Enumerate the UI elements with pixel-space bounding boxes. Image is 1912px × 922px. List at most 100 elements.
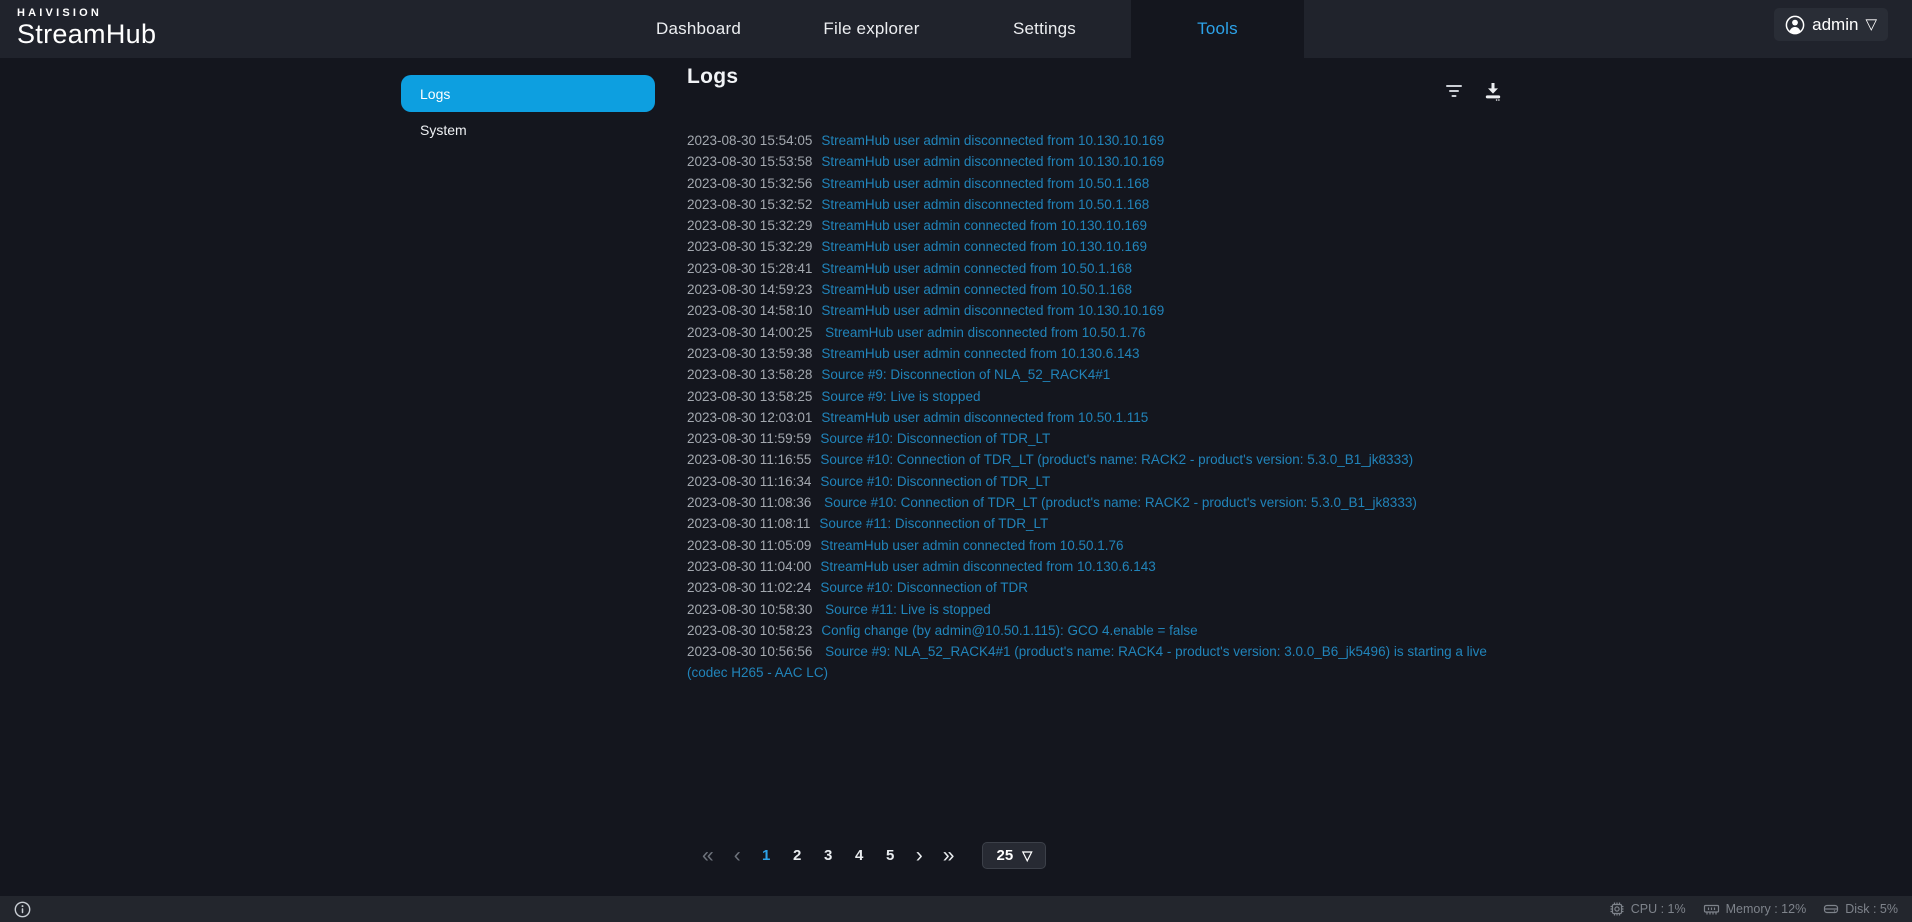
memory-icon: [1703, 902, 1720, 917]
log-timestamp: 2023-08-30 11:02:24: [687, 580, 811, 595]
log-timestamp: 2023-08-30 15:54:05: [687, 133, 812, 148]
cpu-label: CPU : 1%: [1631, 902, 1686, 916]
log-timestamp: 2023-08-30 13:58:28: [687, 367, 812, 382]
log-entry: 2023-08-30 14:00:25 StreamHub user admin…: [687, 322, 1517, 343]
log-entry-wrap: (codec H265 - AAC LC): [687, 662, 1517, 683]
log-entry: 2023-08-30 15:53:58StreamHub user admin …: [687, 151, 1517, 172]
log-timestamp: 2023-08-30 11:59:59: [687, 431, 811, 446]
log-message: StreamHub user admin connected from 10.5…: [821, 282, 1132, 297]
filter-icon[interactable]: [1445, 84, 1463, 99]
tab-dashboard[interactable]: Dashboard: [612, 0, 785, 58]
log-message: Source #10: Disconnection of TDR: [820, 580, 1028, 595]
disk-label: Disk : 5%: [1845, 902, 1898, 916]
pagination-page-3[interactable]: 3: [816, 847, 841, 864]
page-size-value: 25: [997, 847, 1014, 864]
log-entry: 2023-08-30 15:54:05StreamHub user admin …: [687, 130, 1517, 151]
log-message: StreamHub user admin connected from 10.1…: [821, 218, 1147, 233]
log-message: StreamHub user admin connected from 10.1…: [821, 239, 1147, 254]
log-timestamp: 2023-08-30 13:58:25: [687, 389, 812, 404]
log-timestamp: 2023-08-30 14:58:10: [687, 303, 812, 318]
pagination-next-icon[interactable]: ›: [916, 845, 923, 866]
log-message: StreamHub user admin disconnected from 1…: [820, 559, 1155, 574]
log-timestamp: 2023-08-30 10:56:56: [687, 644, 812, 659]
log-entry: 2023-08-30 10:56:56 Source #9: NLA_52_RA…: [687, 641, 1517, 662]
log-timestamp: 2023-08-30 15:32:29: [687, 239, 812, 254]
log-timestamp: 2023-08-30 12:03:01: [687, 410, 812, 425]
log-message: StreamHub user admin disconnected from 1…: [821, 303, 1164, 318]
user-icon: [1785, 15, 1805, 35]
log-message: StreamHub user admin connected from 10.5…: [820, 538, 1123, 553]
log-entry: 2023-08-30 10:58:23 Config change (by adm…: [687, 620, 1517, 641]
download-icon[interactable]: [1483, 82, 1503, 101]
log-message: Source #10: Disconnection of TDR_LT: [820, 474, 1050, 489]
log-timestamp: 2023-08-30 14:00:25: [687, 325, 812, 340]
pagination-page-2[interactable]: 2: [785, 847, 810, 864]
memory-stat: Memory : 12%: [1703, 902, 1807, 917]
pagination-first-icon[interactable]: «: [702, 845, 714, 866]
log-message: Source #9: Disconnection of NLA_52_RACK4…: [821, 367, 1110, 382]
cpu-icon: [1609, 901, 1625, 917]
log-message: StreamHub user admin disconnected from 1…: [821, 197, 1149, 212]
log-entry: 2023-08-30 10:58:30 Source #11: Live is …: [687, 599, 1517, 620]
log-entry: 2023-08-30 13:58:25 Source #9: Live is st…: [687, 386, 1517, 407]
pagination-pages: 12345: [751, 847, 906, 864]
brand-product-label: StreamHub: [17, 19, 156, 50]
log-entry: 2023-08-30 11:59:59 Source #10: Disconnec…: [687, 428, 1517, 449]
log-timestamp: 2023-08-30 15:32:52: [687, 197, 812, 212]
log-list: 2023-08-30 15:54:05 StreamHub user admin …: [687, 130, 1517, 684]
log-entry: 2023-08-30 15:32:56StreamHub user admin …: [687, 173, 1517, 194]
log-timestamp: 2023-08-30 11:08:11: [687, 516, 810, 531]
log-message: Config change (by admin@10.50.1.115): GC…: [821, 623, 1197, 638]
pagination-prev-icon[interactable]: ‹: [734, 845, 741, 866]
page-size-dropdown[interactable]: 25 ▽: [982, 842, 1046, 869]
log-message: StreamHub user admin connected from 10.1…: [821, 346, 1139, 361]
log-message: (codec H265 - AAC LC): [687, 665, 828, 680]
disk-stat: Disk : 5%: [1823, 902, 1898, 916]
sidebar-item-system[interactable]: System: [401, 113, 655, 146]
user-menu-button[interactable]: admin ▽: [1774, 8, 1888, 41]
log-message: StreamHub user admin disconnected from 1…: [821, 410, 1148, 425]
tab-file-explorer[interactable]: File explorer: [785, 0, 958, 58]
nav-tabs: DashboardFile explorerSettingsTools: [612, 0, 1304, 58]
log-timestamp: 2023-08-30 15:32:29: [687, 218, 812, 233]
log-timestamp: 2023-08-30 11:16:34: [687, 474, 811, 489]
log-timestamp: 2023-08-30 11:16:55: [687, 452, 811, 467]
log-message: Source #10: Disconnection of TDR_LT: [820, 431, 1050, 446]
sidebar-item-logs[interactable]: Logs: [401, 75, 655, 112]
log-message: Source #11: Disconnection of TDR_LT: [819, 516, 1048, 531]
disk-icon: [1823, 902, 1839, 916]
log-entry: 2023-08-30 14:59:23StreamHub user admin …: [687, 279, 1517, 300]
pagination-page-4[interactable]: 4: [847, 847, 872, 864]
log-message: Source #10: Connection of TDR_LT (produc…: [820, 452, 1413, 467]
pagination-last-icon[interactable]: »: [943, 845, 955, 866]
info-icon[interactable]: [14, 901, 31, 918]
pagination: « ‹ 12345 › » 25 ▽: [692, 840, 1046, 870]
brand-haivision-label: HAIVISION: [17, 7, 156, 19]
log-timestamp: 2023-08-30 10:58:23: [687, 623, 812, 638]
chevron-down-icon: ▽: [1865, 17, 1877, 32]
pagination-page-1[interactable]: 1: [754, 847, 779, 864]
log-timestamp: 2023-08-30 11:05:09: [687, 538, 811, 553]
log-entry: 2023-08-30 12:03:01 StreamHub user admin …: [687, 407, 1517, 428]
log-message: Source #9: Live is stopped: [821, 389, 980, 404]
log-message: StreamHub user admin disconnected from 1…: [821, 176, 1149, 191]
logs-toolbar: [1445, 82, 1503, 101]
tab-tools[interactable]: Tools: [1131, 0, 1304, 58]
log-entry: 2023-08-30 15:32:29 StreamHub user admin …: [687, 215, 1517, 236]
log-timestamp: 2023-08-30 10:58:30: [687, 602, 812, 617]
log-timestamp: 2023-08-30 15:53:58: [687, 154, 812, 169]
log-message: Source #9: NLA_52_RACK4#1 (product's nam…: [821, 644, 1487, 659]
log-entry: 2023-08-30 11:05:09 StreamHub user admin …: [687, 535, 1517, 556]
sidebar: LogsSystem: [401, 75, 655, 146]
status-bar: CPU : 1% Memory : 12% Disk : 5%: [0, 896, 1912, 922]
log-entry: 2023-08-30 15:28:41StreamHub user admin …: [687, 258, 1517, 279]
log-entry: 2023-08-30 15:32:29 StreamHub user admin …: [687, 236, 1517, 257]
log-message: Source #10: Connection of TDR_LT (produc…: [820, 495, 1416, 510]
header: HAIVISION StreamHub DashboardFile explor…: [0, 0, 1912, 58]
page-size-chevron-down-icon: ▽: [1022, 849, 1032, 862]
cpu-stat: CPU : 1%: [1609, 901, 1686, 917]
tab-settings[interactable]: Settings: [958, 0, 1131, 58]
log-message: StreamHub user admin disconnected from 1…: [821, 325, 1145, 340]
pagination-page-5[interactable]: 5: [878, 847, 903, 864]
log-message: Source #11: Live is stopped: [821, 602, 990, 617]
